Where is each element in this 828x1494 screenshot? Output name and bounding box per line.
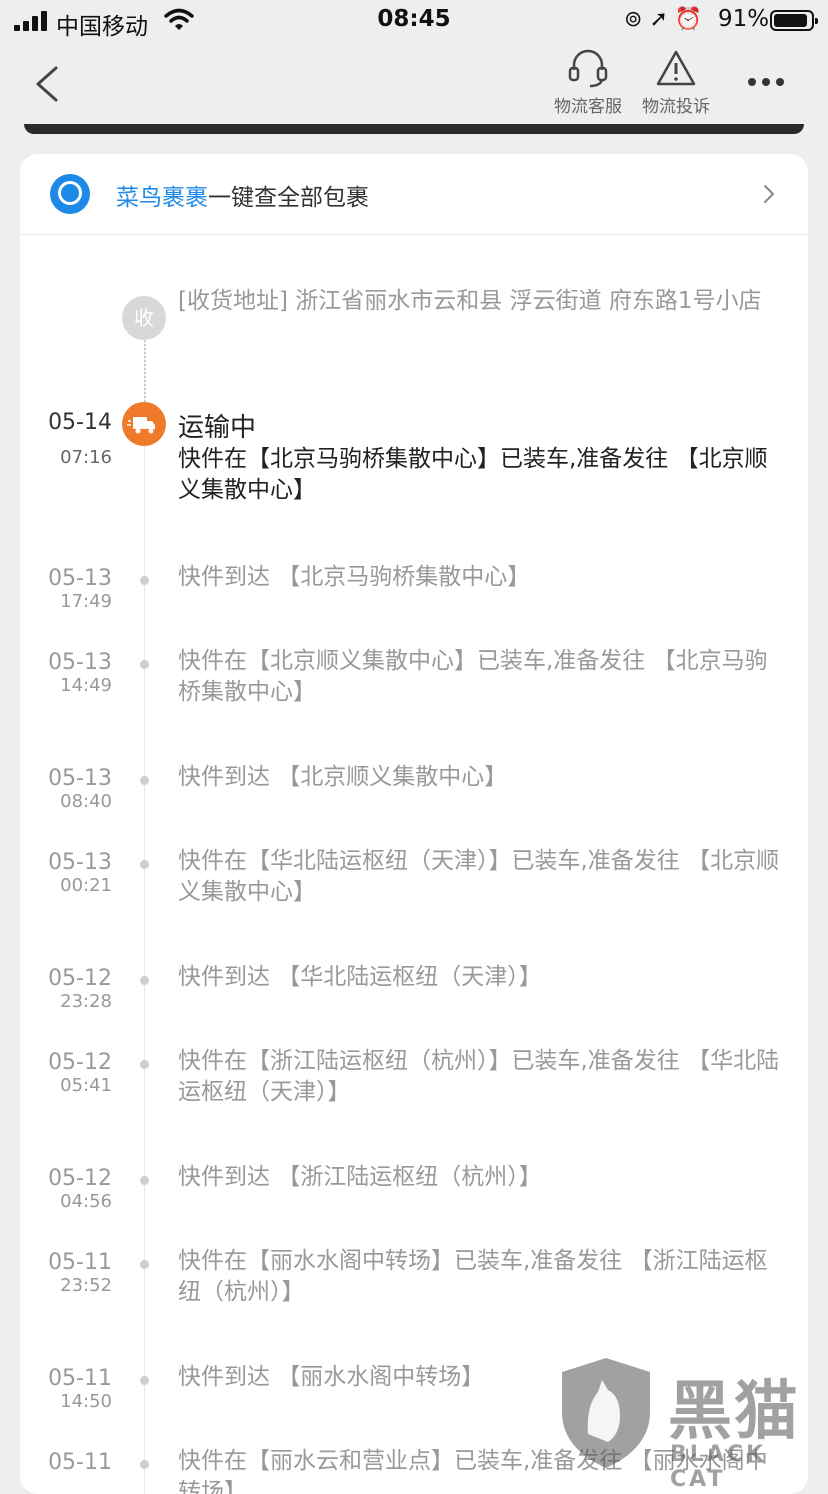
event-date: 05-11 [48,1450,112,1475]
event-time: 14:49 [60,675,112,696]
timeline-dot [140,1176,149,1185]
cainiao-brand: 菜鸟裹裹 [116,185,208,211]
event-time: 23:52 [60,1275,112,1296]
alarm-icon: ⏰ [674,7,703,32]
logistics-complaint-label: 物流投诉 [642,97,710,117]
receive-address-badge: 收 [122,296,166,340]
event-time: 08:40 [60,791,112,812]
event-date: 05-11 [48,1250,112,1275]
event-date: 05-12 [48,1050,112,1075]
chevron-right-icon [764,185,775,203]
cainiao-logo-icon [50,174,90,214]
timeline-line [144,340,145,1494]
status-icons: ⊚ ➚ ⏰ [624,7,702,32]
timeline-dot [140,1260,149,1269]
headset-icon [568,49,608,88]
event-description: 快件在【华北陆运枢纽（天津）】已装车,准备发往 【北京顺义集散中心】 [178,848,780,905]
receive-address-text: [收货地址] 浙江省丽水市云和县 浮云街道 府东路1号小店 [178,288,762,314]
event-date: 05-13 [48,650,112,675]
cainiao-banner[interactable]: 菜鸟裹裹一键查全部包裹 [20,154,808,235]
current-event-description: 快件在【北京马驹桥集散中心】已装车,准备发往 【北京顺义集散中心】 [178,446,768,503]
current-event-time: 07:16 [60,447,112,468]
event-date: 05-13 [48,850,112,875]
battery-percentage: 91% [718,6,770,32]
logistics-service-label: 物流客服 [554,97,622,117]
timeline-dot [140,776,149,785]
timeline-dot [140,860,149,869]
event-time: 00:21 [60,875,112,896]
event-time: 04:56 [60,1191,112,1212]
status-bar: 中国移动 08:45 ⊚ ➚ ⏰ 91% [0,0,828,44]
watermark-cn: 黑猫 [668,1375,800,1449]
event-date: 05-12 [48,1166,112,1191]
logistics-complaint-button[interactable]: 物流投诉 [636,48,716,117]
orientation-lock-icon: ⊚ [624,7,643,32]
timeline-dot [140,1060,149,1069]
logistics-card: 菜鸟裹裹一键查全部包裹 收 [收货地址] 浙江省丽水市云和县 浮云街道 府东路1… [20,154,808,1494]
event-date: 05-13 [48,566,112,591]
cainiao-banner-text: 菜鸟裹裹一键查全部包裹 [116,178,369,212]
event-description: 快件在【浙江陆运枢纽（杭州）】已装车,准备发往 【华北陆运枢纽（天津）】 [178,1048,780,1105]
event-date: 05-11 [48,1366,112,1391]
timeline-dot [140,1376,149,1385]
clock: 08:45 [377,6,451,32]
logistics-service-button[interactable]: 物流客服 [548,48,628,117]
more-icon[interactable] [748,76,788,88]
event-description: 快件到达 【华北陆运枢纽（天津）】 [178,964,542,990]
battery-icon [770,10,818,31]
event-date: 05-12 [48,966,112,991]
event-description: 快件到达 【北京马驹桥集散中心】 [178,564,531,590]
timeline-dot [140,660,149,669]
cainiao-promo: 一键查全部包裹 [208,185,369,211]
event-time: 17:49 [60,591,112,612]
event-description: 快件到达 【北京顺义集散中心】 [178,764,508,790]
warning-icon [656,50,696,86]
event-date: 05-13 [48,766,112,791]
blackcat-shield-logo [562,1358,650,1468]
timeline-dot [140,1460,149,1469]
current-event-date: 05-14 [48,410,112,435]
watermark-en: BLACK CAT [670,1442,767,1492]
event-time: 23:28 [60,991,112,1012]
event-description: 快件到达 【浙江陆运枢纽（杭州）】 [178,1164,542,1190]
blackcat-watermark: 黑猫 BLACK CAT [558,1356,828,1492]
navigation-bar: 物流客服 物流投诉 [0,44,828,128]
timeline-dashed-segment [144,340,146,402]
event-description: 快件在【北京顺义集散中心】已装车,准备发往 【北京马驹桥集散中心】 [178,648,768,705]
map-banner-edge [24,124,804,134]
back-icon[interactable] [32,64,62,104]
event-description: 快件在【丽水水阁中转场】已装车,准备发往 【浙江陆运枢纽（杭州）】 [178,1248,768,1305]
current-status: 运输中 [178,413,257,443]
timeline-dot [140,576,149,585]
event-time: 05:41 [60,1075,112,1096]
location-icon: ➚ [649,7,668,32]
delivery-truck-icon [122,402,166,446]
timeline-dot [140,976,149,985]
event-time: 14:50 [60,1391,112,1412]
